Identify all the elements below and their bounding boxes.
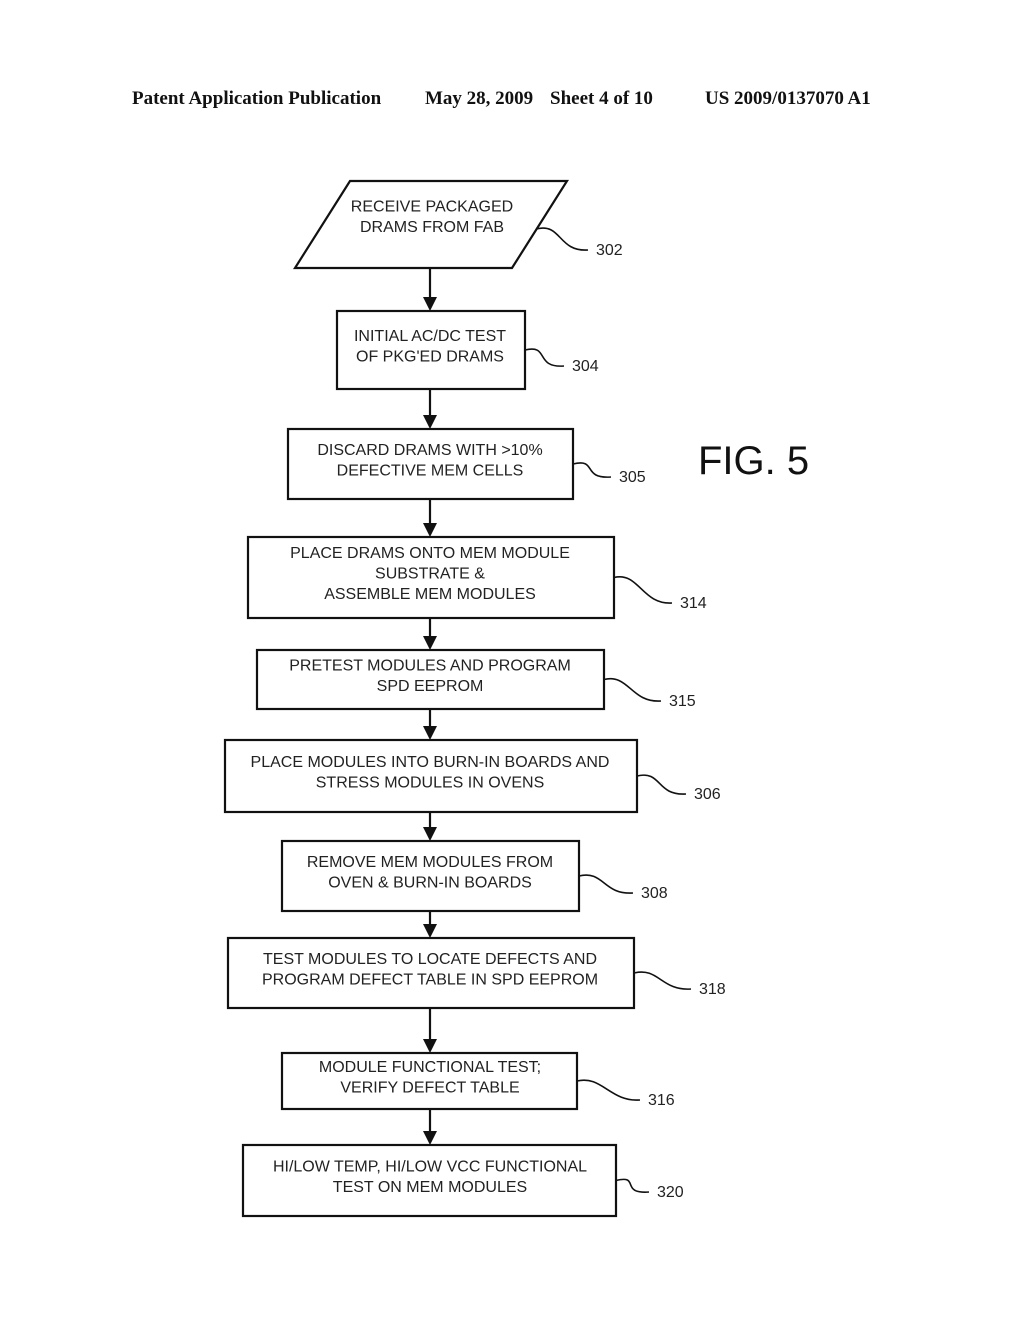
- step-label-line: STRESS MODULES IN OVENS: [316, 774, 545, 791]
- step-label-line: DRAMS FROM FAB: [360, 219, 504, 236]
- flow-arrow: [423, 618, 437, 650]
- step-label-line: OVEN & BURN-IN BOARDS: [328, 874, 532, 891]
- arrowhead-icon: [423, 523, 437, 537]
- step-label-line: REMOVE MEM MODULES FROM: [307, 854, 553, 871]
- reference-leader-line: [613, 576, 673, 604]
- flow-arrow: [423, 1109, 437, 1145]
- reference-numeral: 320: [657, 1184, 684, 1201]
- step-314: PLACE DRAMS ONTO MEM MODULE SUBSTRATE & AS…: [246, 535, 707, 620]
- step-label-line: SUBSTRATE &: [375, 566, 485, 583]
- reference-leader-line: [633, 971, 692, 990]
- step-label-line: INITIAL AC/DC TEST: [354, 328, 506, 345]
- reference-numeral: 315: [669, 693, 696, 710]
- step-label-line: PLACE MODULES INTO BURN-IN BOARDS AND: [251, 754, 610, 771]
- step-label-line: SPD EEPROM: [377, 678, 484, 695]
- flow-arrow: [423, 1008, 437, 1053]
- step-label-line: PROGRAM DEFECT TABLE IN SPD EEPROM: [262, 971, 598, 988]
- reference-leader-line: [536, 227, 589, 251]
- arrowhead-icon: [423, 827, 437, 841]
- reference-numeral: 314: [680, 595, 707, 612]
- flow-arrow: [423, 268, 437, 311]
- step-label-line: TEST MODULES TO LOCATE DEFECTS AND: [263, 951, 597, 968]
- step-label-line: PRETEST MODULES AND PROGRAM: [289, 657, 571, 674]
- reference-numeral: 302: [596, 242, 623, 259]
- reference-numeral: 318: [699, 981, 726, 998]
- arrowhead-icon: [423, 1039, 437, 1053]
- arrowhead-icon: [423, 924, 437, 938]
- flow-arrow: [423, 812, 437, 841]
- reference-numeral: 308: [641, 885, 668, 902]
- step-label-line: DEFECTIVE MEM CELLS: [337, 462, 524, 479]
- step-305: DISCARD DRAMS WITH >10% DEFECTIVE MEM CEL…: [286, 427, 646, 501]
- reference-numeral: 305: [619, 469, 646, 486]
- step-label-line: MODULE FUNCTIONAL TEST;: [319, 1059, 541, 1076]
- reference-leader-line: [615, 1178, 650, 1193]
- reference-leader-line: [578, 874, 634, 894]
- reference-numeral: 304: [572, 358, 599, 375]
- step-label-line: TEST ON MEM MODULES: [333, 1179, 527, 1196]
- reference-numeral: 306: [694, 786, 721, 803]
- step-306: PLACE MODULES INTO BURN-IN BOARDS AND STR…: [223, 738, 721, 814]
- arrowhead-icon: [423, 297, 437, 311]
- flow-arrow: [423, 389, 437, 429]
- step-304: INITIAL AC/DC TEST OF PKG'ED DRAMS 304: [335, 309, 599, 391]
- reference-leader-line: [572, 462, 612, 478]
- step-label-line: ASSEMBLE MEM MODULES: [324, 586, 536, 603]
- reference-leader-line: [603, 677, 662, 702]
- step-302: RECEIVE PACKAGED DRAMS FROM FAB 302: [293, 179, 623, 270]
- arrowhead-icon: [423, 636, 437, 650]
- flow-arrow: [423, 499, 437, 537]
- arrowhead-icon: [423, 726, 437, 740]
- reference-leader-line: [576, 1079, 641, 1101]
- flow-arrow: [423, 709, 437, 740]
- step-label-line: PLACE DRAMS ONTO MEM MODULE: [290, 545, 570, 562]
- figure-label: FIG. 5: [698, 439, 809, 483]
- step-320: HI/LOW TEMP, HI/LOW VCC FUNCTIONAL TEST O…: [241, 1143, 684, 1218]
- flowchart: FIG. 5 RECEIVE PACKAGED DRAMS FROM FAB 302…: [223, 179, 809, 1218]
- step-label-line: HI/LOW TEMP, HI/LOW VCC FUNCTIONAL: [273, 1158, 587, 1175]
- step-308: REMOVE MEM MODULES FROM OVEN & BURN-IN BO…: [280, 839, 668, 913]
- step-315: PRETEST MODULES AND PROGRAM SPD EEPROM 315: [255, 648, 696, 711]
- reference-leader-line: [524, 348, 565, 367]
- step-318: TEST MODULES TO LOCATE DEFECTS AND PROGRA…: [226, 936, 726, 1010]
- step-label-line: RECEIVE PACKAGED: [351, 198, 513, 215]
- arrowhead-icon: [423, 415, 437, 429]
- step-label-line: OF PKG'ED DRAMS: [356, 348, 504, 365]
- reference-leader-line: [636, 774, 687, 795]
- reference-numeral: 316: [648, 1092, 675, 1109]
- flow-arrow: [423, 911, 437, 938]
- step-label-line: DISCARD DRAMS WITH >10%: [317, 442, 542, 459]
- arrowhead-icon: [423, 1131, 437, 1145]
- step-316: MODULE FUNCTIONAL TEST; VERIFY DEFECT TAB…: [280, 1051, 675, 1111]
- step-label-line: VERIFY DEFECT TABLE: [340, 1079, 519, 1096]
